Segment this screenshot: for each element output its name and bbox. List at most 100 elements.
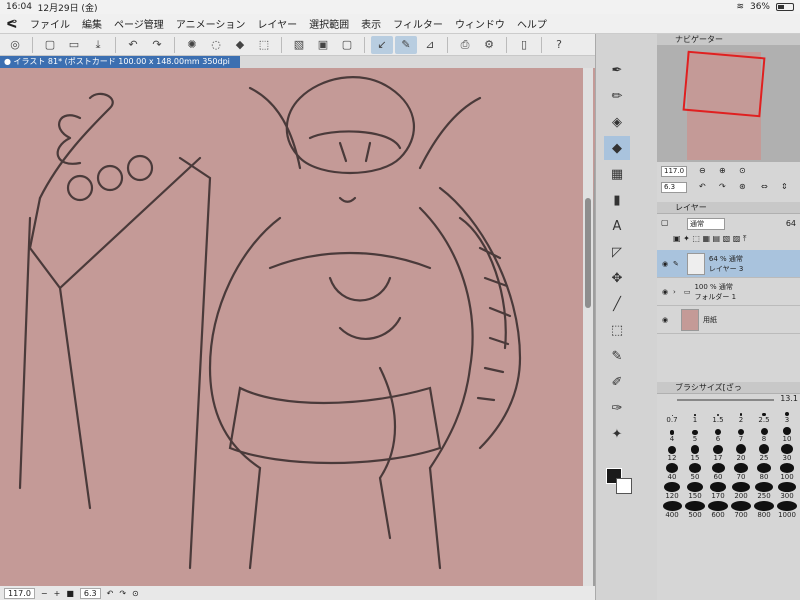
- nav-zoom-in-icon[interactable]: ⊕: [719, 166, 726, 175]
- snap-ruler-icon[interactable]: ↙: [371, 35, 393, 54]
- navigator-tab[interactable]: ナビゲーター: [657, 34, 800, 46]
- brush-size-preset[interactable]: 400: [661, 501, 683, 519]
- canvas-vertical-scrollbar[interactable]: [583, 68, 593, 586]
- eye-icon[interactable]: ◉: [657, 316, 673, 324]
- brush-size-preset[interactable]: 25: [753, 444, 775, 462]
- undo-icon[interactable]: ↶: [122, 36, 144, 54]
- fill-icon[interactable]: ◆: [229, 36, 251, 54]
- layer-row[interactable]: ◉ › ▭ 100 % 通常 フォルダー 1: [657, 278, 800, 306]
- brush-size-preset[interactable]: 12: [661, 444, 683, 462]
- slider-track[interactable]: [677, 399, 774, 401]
- smartphone-icon[interactable]: ▯: [513, 36, 535, 54]
- scroll-thumb[interactable]: [585, 198, 591, 308]
- fit-icon[interactable]: ■: [66, 589, 74, 598]
- layer-opacity[interactable]: 64: [786, 219, 796, 228]
- blend-mode-select[interactable]: 通常: [687, 218, 725, 230]
- brush-size-preset[interactable]: 250: [753, 482, 775, 500]
- rotate-left-icon[interactable]: ↶: [107, 589, 114, 598]
- blend-tool-icon[interactable]: ✑: [604, 396, 630, 420]
- save-icon[interactable]: ⤓: [87, 36, 109, 54]
- brush-size-preset[interactable]: 300: [776, 482, 798, 500]
- layer-property-icon[interactable]: ▢: [661, 218, 669, 227]
- zoom-in-icon[interactable]: +: [54, 589, 61, 598]
- new-file-icon[interactable]: ▢: [39, 36, 61, 54]
- brush-size-preset[interactable]: 150: [684, 482, 706, 500]
- layer-tools-icons[interactable]: ▣ ✦ ⬚ ▦ ▤ ▧ ▨ ⤒: [673, 234, 746, 244]
- eraser-tool-icon[interactable]: ◆: [604, 136, 630, 160]
- brush-size-preset[interactable]: 8: [753, 425, 775, 443]
- navigator-zoom[interactable]: 117.0: [661, 166, 687, 177]
- brush-size-preset[interactable]: 0.7: [661, 406, 683, 424]
- brush-size-preset[interactable]: 60: [707, 463, 729, 481]
- marker-tool-icon[interactable]: ▮: [604, 188, 630, 212]
- selection-icon[interactable]: ▢: [336, 36, 358, 54]
- brush-size-preset[interactable]: 500: [684, 501, 706, 519]
- color-swatch[interactable]: [606, 468, 636, 498]
- brush-size-preset[interactable]: 170: [707, 482, 729, 500]
- brush-size-preset[interactable]: 2: [730, 406, 752, 424]
- brush-tool-icon[interactable]: ✎: [604, 344, 630, 368]
- ruler-tool-icon[interactable]: ◸: [604, 240, 630, 264]
- layer-row[interactable]: ◉ 用紙: [657, 306, 800, 334]
- layer-name[interactable]: フォルダー 1: [694, 292, 736, 302]
- nav-zoom-out-icon[interactable]: ⊖: [699, 166, 706, 175]
- help-icon[interactable]: ?: [548, 36, 570, 54]
- brush-size-preset[interactable]: 1: [684, 406, 706, 424]
- menu-edit[interactable]: 編集: [76, 16, 108, 31]
- menu-page[interactable]: ページ管理: [108, 16, 170, 31]
- brush-size-preset[interactable]: 7: [730, 425, 752, 443]
- nav-rotate-right-icon[interactable]: ↷: [719, 182, 726, 191]
- nav-flip-icon[interactable]: ⇔: [761, 182, 768, 191]
- pen-tool-icon[interactable]: ✒: [604, 58, 630, 82]
- layer-tab[interactable]: レイヤー: [657, 202, 800, 214]
- brush-size-tab[interactable]: ブラシサイズ[ざっ: [657, 382, 800, 394]
- text-tool-icon[interactable]: A: [604, 214, 630, 238]
- brush-size-preset[interactable]: 5: [684, 425, 706, 443]
- snap-special-ruler-icon[interactable]: ✎: [395, 35, 417, 54]
- brush-size-preset[interactable]: 17: [707, 444, 729, 462]
- brush-size-preset[interactable]: 15: [684, 444, 706, 462]
- nav-rotate-left-icon[interactable]: ↶: [699, 182, 706, 191]
- rotation-value[interactable]: 6.3: [79, 587, 101, 599]
- canvas-area[interactable]: [0, 68, 595, 586]
- sparkle-tool-icon[interactable]: ✦: [604, 422, 630, 446]
- layer-name[interactable]: レイヤー 3: [709, 264, 743, 274]
- settings-icon[interactable]: ⚙: [478, 36, 500, 54]
- invert-selection-icon[interactable]: ▣: [312, 36, 334, 54]
- navigator-preview[interactable]: [657, 46, 800, 162]
- brush-size-preset[interactable]: 80: [753, 463, 775, 481]
- open-folder-icon[interactable]: ▭: [63, 36, 85, 54]
- brush-size-preset[interactable]: 3: [776, 406, 798, 424]
- clear-icon[interactable]: ✺: [181, 36, 203, 54]
- nav-flip-v-icon[interactable]: ⇕: [781, 182, 788, 191]
- brush-size-preset[interactable]: 20: [730, 444, 752, 462]
- grid-tool-icon[interactable]: ▦: [604, 162, 630, 186]
- brush-size-preset[interactable]: 4: [661, 425, 683, 443]
- app-logo-icon[interactable]: ᕙ: [0, 17, 24, 31]
- brush-size-slider[interactable]: 13.1: [657, 394, 800, 406]
- deselect-icon[interactable]: ▧: [288, 36, 310, 54]
- menu-help[interactable]: ヘルプ: [511, 16, 553, 31]
- navigator-viewport-frame[interactable]: [682, 50, 766, 118]
- nav-fit-icon[interactable]: ⊙: [739, 166, 746, 175]
- snap-grid-icon[interactable]: ⊿: [419, 36, 441, 54]
- clear-outside-icon[interactable]: ◌: [205, 36, 227, 54]
- layer-row[interactable]: ◉ ✎ 64 % 通常 レイヤー 3: [657, 250, 800, 278]
- ink-tool-icon[interactable]: ✐: [604, 370, 630, 394]
- chevron-right-icon[interactable]: ›: [673, 288, 676, 296]
- brush-size-preset[interactable]: 2.5: [753, 406, 775, 424]
- document-tab[interactable]: ● イラスト 81* (ポストカード 100.00 x 148.00mm 350…: [0, 56, 240, 78]
- brush-size-preset[interactable]: 1000: [776, 501, 798, 519]
- menu-layer[interactable]: レイヤー: [251, 16, 303, 31]
- brush-size-preset[interactable]: 120: [661, 482, 683, 500]
- brush-size-value[interactable]: 13.1: [780, 394, 798, 403]
- line-tool-icon[interactable]: ╱: [604, 292, 630, 316]
- brush-size-preset[interactable]: 100: [776, 463, 798, 481]
- clip-studio-icon[interactable]: ◎: [4, 36, 26, 54]
- brush-size-preset[interactable]: 1.5: [707, 406, 729, 424]
- menu-file[interactable]: ファイル: [24, 16, 76, 31]
- menu-filter[interactable]: フィルター: [387, 16, 449, 31]
- menu-view[interactable]: 表示: [355, 16, 387, 31]
- menu-animation[interactable]: アニメーション: [170, 16, 252, 31]
- navigator-angle[interactable]: 6.3: [661, 182, 687, 193]
